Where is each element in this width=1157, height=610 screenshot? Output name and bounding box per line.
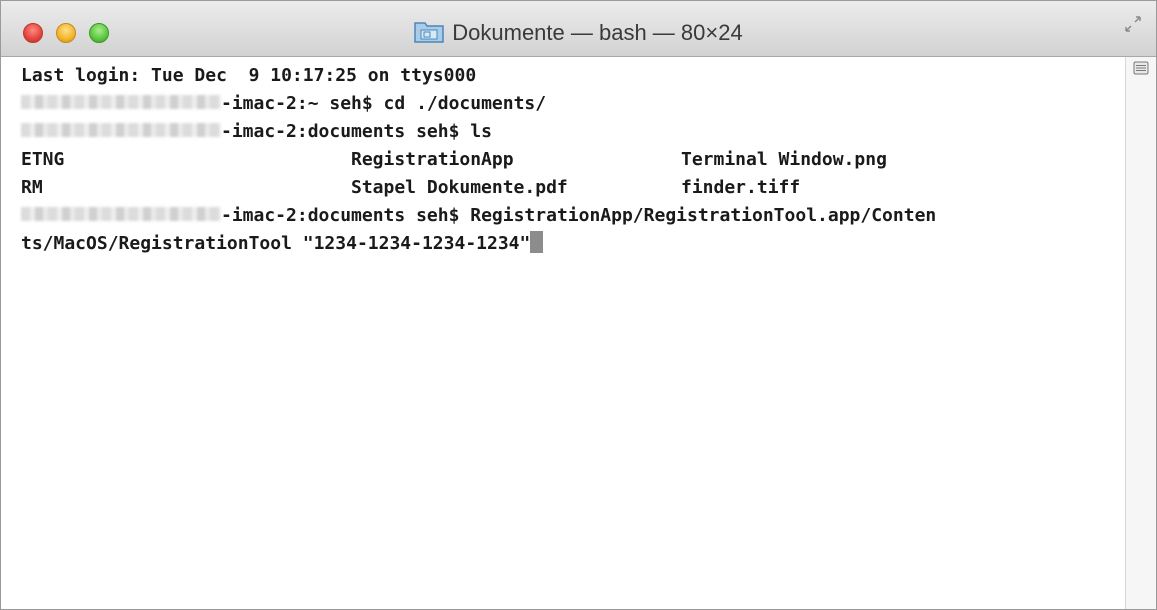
prompt-command: -imac-2:documents seh$ RegistrationApp/R…: [221, 205, 937, 226]
split-pane-icon[interactable]: [1133, 61, 1149, 75]
terminal-line: -imac-2:documents seh$ ls: [21, 118, 1127, 146]
window-title-area: Dokumente — bash — 80×24: [1, 17, 1156, 48]
title-bar[interactable]: Dokumente — bash — 80×24: [1, 1, 1156, 57]
terminal-line: -imac-2:~ seh$ cd ./documents/: [21, 90, 1127, 118]
redacted-hostname: [21, 95, 221, 109]
text-cursor: [530, 231, 544, 253]
redacted-hostname: [21, 123, 221, 137]
ls-output-row: RM Stapel Dokumente.pdf finder.tiff: [21, 174, 1127, 202]
folder-icon: [414, 19, 445, 43]
ls-entry: Stapel Dokumente.pdf: [351, 177, 568, 198]
ls-entry: RM: [21, 177, 43, 198]
redacted-hostname: [21, 207, 221, 221]
login-line-text: Last login: Tue Dec 9 10:17:25 on ttys00…: [21, 65, 477, 86]
window-title: Dokumente — bash — 80×24: [452, 20, 743, 46]
ls-entry: Terminal Window.png: [681, 149, 887, 170]
prompt-command: -imac-2:documents seh$ ls: [221, 121, 492, 142]
prompt-command: -imac-2:~ seh$ cd ./documents/: [221, 93, 547, 114]
ls-entry: finder.tiff: [681, 177, 801, 198]
ls-entry: ETNG: [21, 149, 65, 170]
scrollbar[interactable]: [1125, 57, 1156, 609]
ls-output-row: ETNG RegistrationApp Terminal Window.png: [21, 146, 1127, 174]
terminal-line: ts/MacOS/RegistrationTool "1234-1234-123…: [21, 230, 1127, 258]
terminal-line: -imac-2:documents seh$ RegistrationApp/R…: [21, 202, 1127, 230]
ls-entry: RegistrationApp: [351, 149, 514, 170]
command-continuation: ts/MacOS/RegistrationTool "1234-1234-123…: [21, 233, 531, 254]
terminal-window: Dokumente — bash — 80×24 Last login: Tue…: [0, 0, 1157, 610]
terminal-line: Last login: Tue Dec 9 10:17:25 on ttys00…: [21, 62, 1127, 90]
terminal-output[interactable]: Last login: Tue Dec 9 10:17:25 on ttys00…: [1, 57, 1127, 609]
fullscreen-icon[interactable]: [1124, 15, 1142, 33]
